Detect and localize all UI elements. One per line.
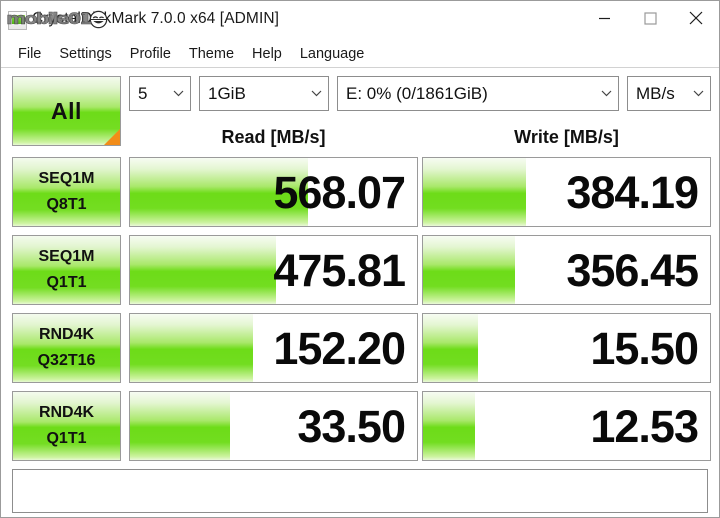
read-score-bar: [130, 392, 231, 460]
result-row: RND4K Q1T1 33.50 12.53: [1, 391, 720, 461]
target-drive-value: E: 0% (0/1861GiB): [346, 83, 488, 103]
write-score-value: 384.19: [566, 166, 699, 218]
toolbar: All 5 1GiB E: 0% (0/1861GiB) MB/s: [1, 76, 719, 146]
close-button[interactable]: [673, 1, 719, 35]
read-score-value: 475.81: [273, 244, 406, 296]
write-score-bar: [423, 236, 515, 304]
window-controls: [581, 1, 719, 35]
unit-dropdown[interactable]: MB/s: [627, 76, 711, 111]
read-score-value: 33.50: [297, 400, 406, 452]
result-row: RND4K Q32T16 152.20 15.50: [1, 313, 720, 383]
minimize-button[interactable]: [581, 1, 627, 35]
menu-item-file[interactable]: File: [9, 44, 50, 65]
read-column-header: Read [MB/s]: [221, 127, 326, 147]
write-score-bar: [423, 314, 478, 382]
chevron-down-icon: [683, 90, 704, 97]
test-size-value: 1GiB: [208, 83, 246, 103]
write-score-value: 15.50: [590, 322, 699, 374]
menu-item-help[interactable]: Help: [243, 44, 291, 65]
write-score-bar: [423, 392, 475, 460]
read-score-value: 152.20: [273, 322, 406, 374]
menu-bar: File Settings Profile Theme Help Languag…: [1, 41, 719, 68]
write-score-value: 12.53: [590, 400, 699, 452]
maximize-button[interactable]: [627, 1, 673, 35]
crystaldiskmark-window: CrystalDiskMark 7.0.0 x64 [ADMIN] mobile…: [0, 0, 720, 518]
read-score-value: 568.07: [273, 166, 406, 218]
menu-item-profile[interactable]: Profile: [121, 44, 180, 65]
test-label-line1: SEQ1M: [38, 248, 95, 265]
window-title: CrystalDiskMark 7.0.0 x64 [ADMIN]: [32, 10, 280, 27]
result-row: SEQ1M Q1T1 475.81 356.45: [1, 235, 720, 305]
app-icon: [8, 11, 27, 30]
test-count-value: 5: [138, 83, 148, 103]
menu-item-theme[interactable]: Theme: [180, 44, 243, 65]
test-label-line2: Q1T1: [46, 430, 87, 447]
read-score-rnd4k-q1t1[interactable]: 33.50: [129, 391, 418, 461]
menu-item-settings[interactable]: Settings: [50, 44, 120, 65]
result-row: SEQ1M Q8T1 568.07 384.19: [1, 157, 720, 227]
test-size-dropdown[interactable]: 1GiB: [199, 76, 329, 111]
read-score-seq1m-q1t1[interactable]: 475.81: [129, 235, 418, 305]
test-label-line2: Q32T16: [37, 352, 96, 369]
run-all-label: All: [51, 97, 82, 124]
test-label-line1: RND4K: [38, 404, 95, 421]
title-bar: CrystalDiskMark 7.0.0 x64 [ADMIN] mobile…: [1, 1, 719, 41]
write-score-value: 356.45: [566, 244, 699, 296]
write-score-seq1m-q1t1[interactable]: 356.45: [422, 235, 711, 305]
write-score-bar: [423, 158, 527, 226]
column-headers: Read [MB/s] Write [MB/s]: [1, 127, 719, 153]
read-score-bar: [130, 314, 254, 382]
chevron-down-icon: [301, 90, 322, 97]
write-score-seq1m-q8t1[interactable]: 384.19: [422, 157, 711, 227]
read-score-bar: [130, 236, 277, 304]
write-score-rnd4k-q1t1[interactable]: 12.53: [422, 391, 711, 461]
unit-value: MB/s: [636, 83, 675, 103]
test-label-line1: RND4K: [38, 326, 95, 343]
chevron-down-icon: [591, 90, 612, 97]
write-column-header: Write [MB/s]: [514, 127, 619, 147]
test-label-rnd4k-q1t1[interactable]: RND4K Q1T1: [12, 391, 121, 461]
read-score-seq1m-q8t1[interactable]: 568.07: [129, 157, 418, 227]
results-grid: SEQ1M Q8T1 568.07 384.19 SEQ1M Q1T1 475.…: [1, 157, 719, 461]
test-label-line2: Q8T1: [46, 196, 87, 213]
test-label-line1: SEQ1M: [38, 170, 95, 187]
test-label-line2: Q1T1: [46, 274, 87, 291]
target-drive-dropdown[interactable]: E: 0% (0/1861GiB): [337, 76, 619, 111]
test-label-rnd4k-q32t16[interactable]: RND4K Q32T16: [12, 313, 121, 383]
chevron-down-icon: [163, 90, 184, 97]
menu-item-language[interactable]: Language: [291, 44, 374, 65]
read-score-rnd4k-q32t16[interactable]: 152.20: [129, 313, 418, 383]
test-label-seq1m-q1t1[interactable]: SEQ1M Q1T1: [12, 235, 121, 305]
status-message-box: [12, 469, 708, 513]
test-label-seq1m-q8t1[interactable]: SEQ1M Q8T1: [12, 157, 121, 227]
test-count-dropdown[interactable]: 5: [129, 76, 191, 111]
write-score-rnd4k-q32t16[interactable]: 15.50: [422, 313, 711, 383]
